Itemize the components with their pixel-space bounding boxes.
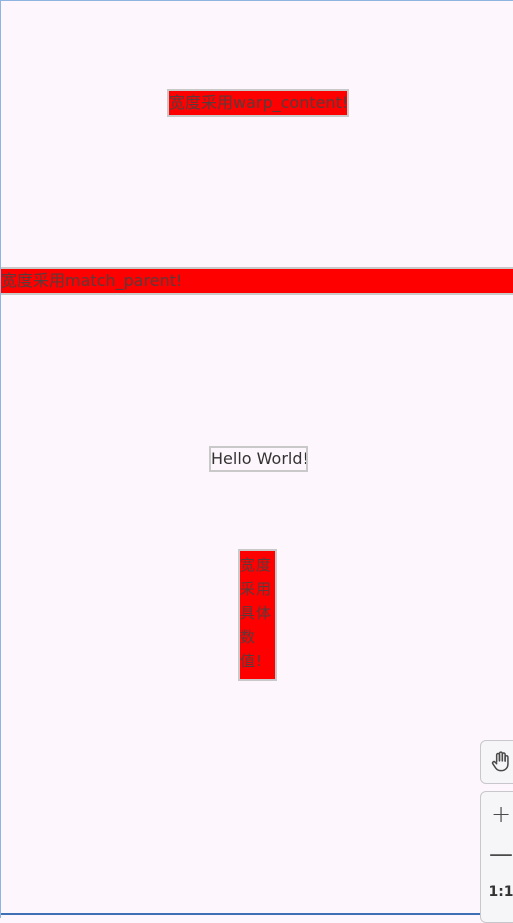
textview-hello-world[interactable]: Hello World! (209, 446, 308, 472)
zoom-out-button[interactable]: — (481, 840, 513, 868)
zoom-in-button[interactable]: + (481, 800, 513, 828)
textview-wrap-content-label: 宽度采用warp_content! (169, 93, 349, 112)
pan-tool-panel (480, 740, 513, 784)
textview-hello-world-label: Hello World! (211, 449, 308, 468)
hand-pan-icon[interactable] (481, 749, 513, 779)
zoom-reset-button[interactable]: 1:1 (481, 882, 513, 902)
textview-fixed-width[interactable]: 宽度采用具体数值! (238, 549, 277, 681)
canvas-bottom-border (1, 913, 513, 915)
textview-wrap-content[interactable]: 宽度采用warp_content! (167, 89, 349, 117)
textview-match-parent-label: 宽度采用match_parent! (1, 271, 183, 290)
textview-fixed-width-label: 宽度采用具体数值! (240, 556, 273, 670)
design-canvas: 宽度采用warp_content! 宽度采用match_parent! Hell… (0, 0, 513, 918)
zoom-tool-panel: + — 1:1 (480, 791, 513, 923)
textview-match-parent[interactable]: 宽度采用match_parent! (1, 267, 513, 295)
